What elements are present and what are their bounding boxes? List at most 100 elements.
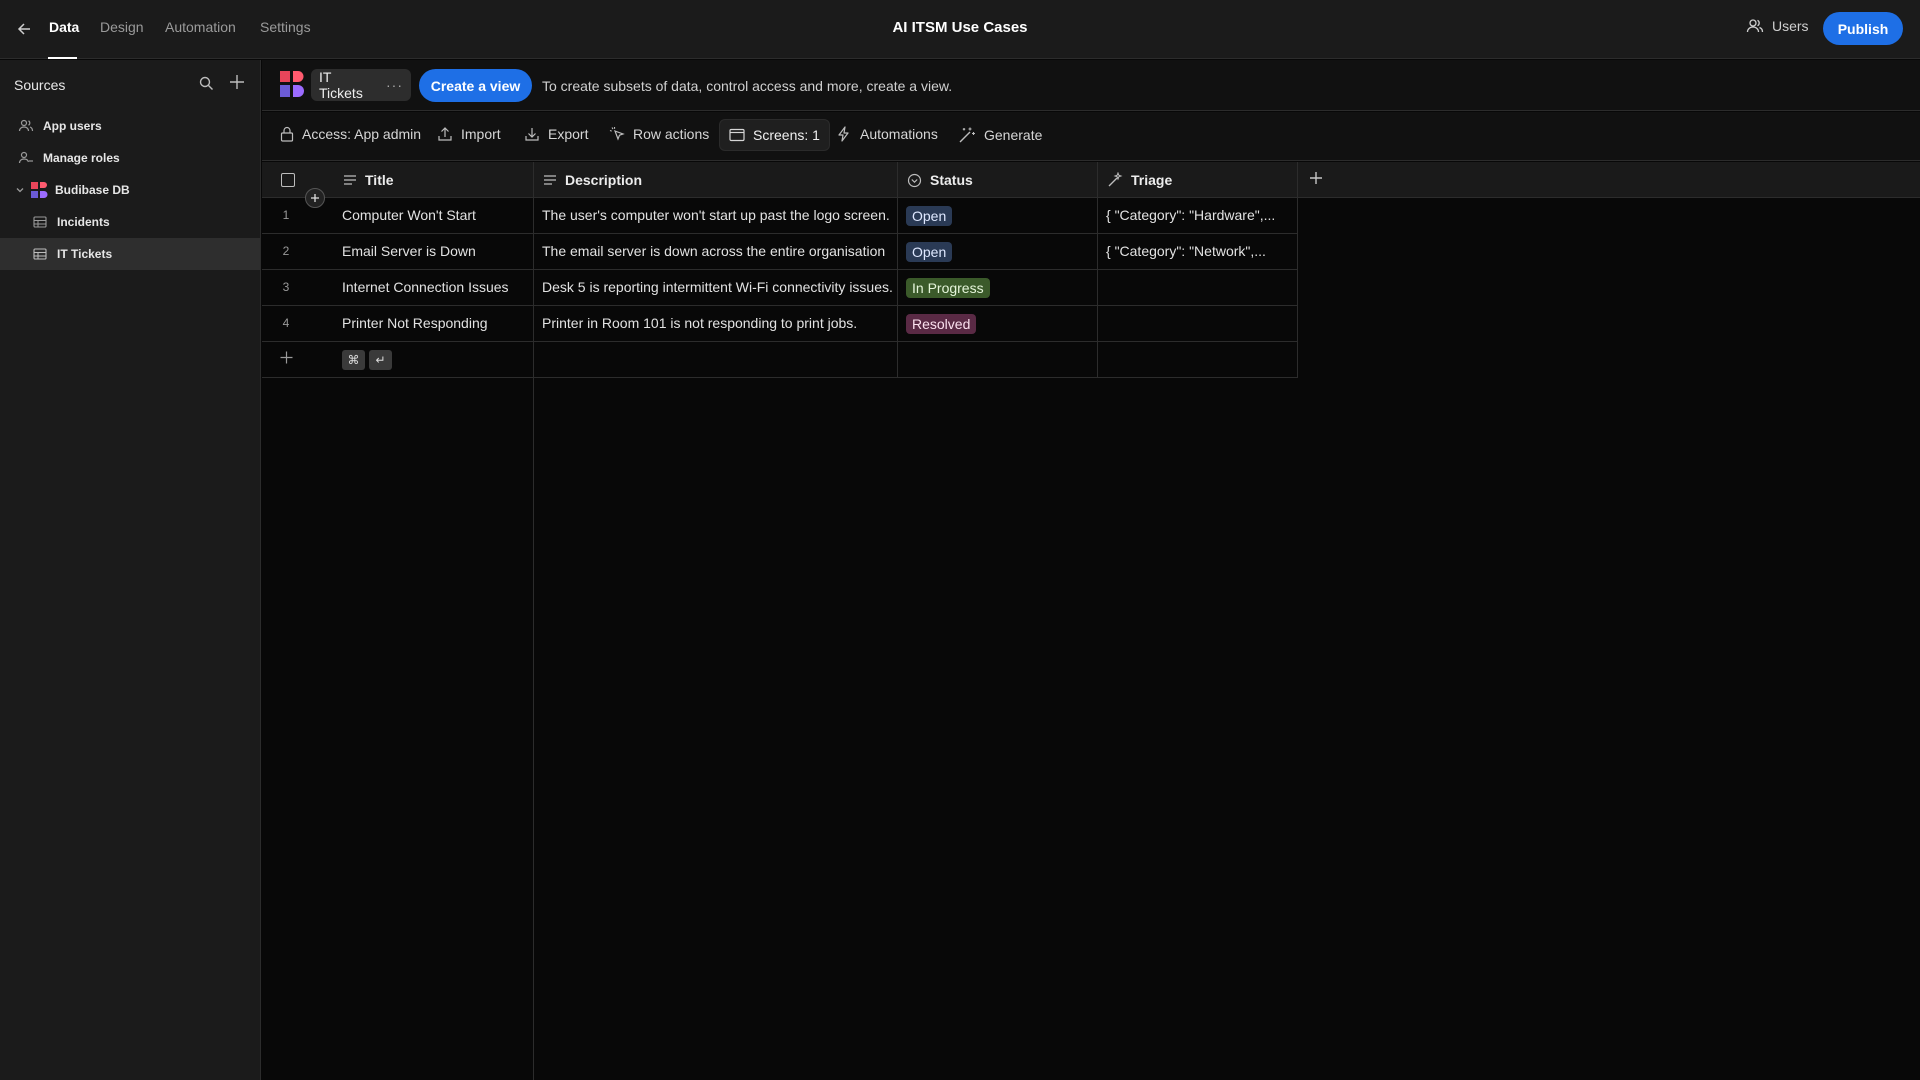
- budibase-logo-icon: [30, 181, 48, 199]
- row-divider: [262, 341, 1298, 342]
- role-icon: [18, 151, 34, 165]
- row-divider: [262, 305, 1298, 306]
- sidebar-item-label: Manage roles: [43, 151, 120, 165]
- options-type-icon: [907, 173, 922, 188]
- users-icon: [18, 119, 34, 133]
- access-button[interactable]: Access: App admin: [280, 126, 421, 142]
- table-icon: [33, 216, 47, 228]
- generate-label: Generate: [984, 127, 1043, 143]
- import-icon: [437, 126, 453, 142]
- cell-title[interactable]: Internet Connection Issues: [342, 279, 527, 295]
- budibase-logo-icon: [279, 70, 305, 98]
- automations-label: Automations: [860, 126, 938, 142]
- tab-automation[interactable]: Automation: [165, 19, 236, 35]
- sidebar-item-label: App users: [43, 119, 102, 133]
- export-icon: [524, 126, 540, 142]
- row-divider: [262, 269, 1298, 270]
- create-view-hint: To create subsets of data, control acces…: [542, 78, 953, 94]
- screen-icon: [729, 128, 745, 142]
- column-header-triage[interactable]: Triage: [1107, 162, 1172, 198]
- cell-title[interactable]: Email Server is Down: [342, 243, 527, 259]
- publish-button[interactable]: Publish: [1823, 12, 1903, 45]
- column-divider: [533, 162, 534, 1080]
- access-label: Access: App admin: [302, 126, 422, 142]
- tab-design[interactable]: Design: [100, 19, 144, 35]
- search-icon[interactable]: [199, 76, 214, 91]
- cell-description[interactable]: The email server is down across the enti…: [542, 243, 892, 259]
- sidebar-item-label: IT Tickets: [57, 247, 113, 261]
- back-arrow-icon[interactable]: [16, 19, 34, 39]
- sidebar-item-incidents[interactable]: Incidents: [0, 206, 260, 238]
- column-header-label: Title: [365, 172, 394, 188]
- table-icon: [33, 248, 47, 260]
- select-all-checkbox[interactable]: [281, 173, 295, 187]
- column-header-description[interactable]: Description: [543, 162, 642, 198]
- sidebar-item-manage-roles[interactable]: Manage roles: [0, 142, 260, 174]
- add-column-icon[interactable]: [1308, 170, 1324, 186]
- import-button[interactable]: Import: [437, 126, 501, 142]
- magic-wand-icon: [958, 126, 976, 144]
- cursor-click-icon: [609, 126, 625, 142]
- lightning-icon: [836, 126, 852, 142]
- column-header-status[interactable]: Status: [907, 162, 973, 198]
- status-badge[interactable]: Open: [906, 242, 953, 262]
- grid-header-row: [262, 162, 1920, 198]
- text-type-icon: [543, 174, 557, 186]
- sidebar-title: Sources: [14, 77, 66, 93]
- lock-icon: [280, 126, 294, 142]
- more-options-icon[interactable]: ···: [386, 77, 403, 93]
- export-button[interactable]: Export: [524, 126, 588, 142]
- export-label: Export: [548, 126, 589, 142]
- cell-description[interactable]: The user's computer won't start up past …: [542, 207, 892, 223]
- ai-sparkle-icon: [1107, 172, 1123, 188]
- tab-settings[interactable]: Settings: [260, 19, 311, 35]
- cell-triage[interactable]: { "Category": "Network",...: [1106, 243, 1292, 259]
- sidebar-item-app-users[interactable]: App users: [0, 110, 260, 142]
- sources-sidebar: Sources App users Manage roles Budibase …: [0, 60, 261, 1080]
- text-type-icon: [343, 174, 357, 186]
- screens-label: Screens: 1: [753, 127, 820, 143]
- data-grid: [262, 161, 1920, 1080]
- cell-title[interactable]: Printer Not Responding: [342, 315, 527, 331]
- import-label: Import: [461, 126, 501, 142]
- users-button[interactable]: Users: [1746, 18, 1809, 34]
- cell-title[interactable]: Computer Won't Start: [342, 207, 527, 223]
- add-source-icon[interactable]: [229, 74, 245, 90]
- generate-button[interactable]: Generate: [958, 126, 1042, 144]
- users-icon: [1746, 18, 1764, 34]
- sidebar-item-label: Budibase DB: [55, 183, 130, 197]
- automations-button[interactable]: Automations: [836, 126, 938, 142]
- create-view-button[interactable]: Create a view: [419, 69, 532, 102]
- sidebar-item-it-tickets[interactable]: IT Tickets: [0, 238, 260, 270]
- tab-data[interactable]: Data: [49, 19, 79, 35]
- enter-key-icon: ↵: [369, 350, 392, 370]
- column-header-label: Description: [565, 172, 643, 188]
- row-actions-label: Row actions: [633, 126, 710, 142]
- cell-description[interactable]: Printer in Room 101 is not responding to…: [542, 315, 892, 331]
- cell-description[interactable]: Desk 5 is reporting intermittent Wi-Fi c…: [542, 279, 892, 295]
- active-tab-indicator: [48, 57, 77, 59]
- sidebar-item-label: Incidents: [57, 215, 110, 229]
- cell-triage[interactable]: { "Category": "Hardware",...: [1106, 207, 1292, 223]
- row-number: 3: [282, 280, 290, 294]
- table-tab-it-tickets[interactable]: IT Tickets ···: [311, 69, 411, 101]
- row-divider: [262, 377, 1298, 378]
- add-row-icon[interactable]: [279, 350, 294, 365]
- row-actions-button[interactable]: Row actions: [609, 126, 709, 142]
- actions-bar: [262, 112, 1920, 161]
- column-header-label: Status: [930, 172, 973, 188]
- status-badge[interactable]: In Progress: [906, 278, 990, 298]
- table-tab-label: IT Tickets: [319, 69, 363, 101]
- insert-row-icon[interactable]: [305, 188, 325, 208]
- row-number: 2: [282, 244, 290, 258]
- column-header-title[interactable]: Title: [343, 162, 394, 198]
- cmd-key-icon: ⌘: [342, 350, 365, 370]
- row-number: 1: [282, 208, 290, 222]
- status-badge[interactable]: Open: [906, 206, 953, 226]
- chevron-down-icon[interactable]: [15, 185, 25, 195]
- sidebar-item-budibase-db[interactable]: Budibase DB: [0, 174, 260, 206]
- row-divider: [262, 233, 1298, 234]
- column-header-label: Triage: [1131, 172, 1173, 188]
- status-badge[interactable]: Resolved: [906, 314, 977, 334]
- screens-button[interactable]: Screens: 1: [719, 119, 830, 151]
